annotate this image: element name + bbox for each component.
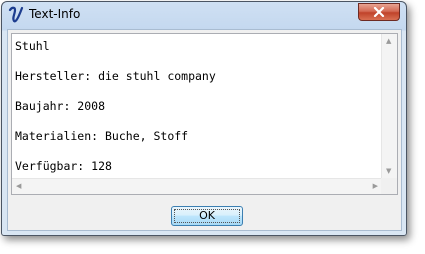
text-line-year: Baujahr: 2008 — [15, 99, 106, 113]
text-line-name: Stuhl — [15, 39, 50, 53]
scrollbar-corner — [381, 178, 397, 194]
text-content: Stuhl Hersteller: die stuhl company Bauj… — [15, 39, 216, 189]
window-title: Text-Info — [29, 7, 81, 21]
text-line-manufacturer: Hersteller: die stuhl company — [15, 69, 216, 83]
dialog-window: Text-Info Stuhl Hersteller: die stuhl co… — [1, 1, 407, 236]
close-icon — [373, 7, 385, 17]
info-text-area[interactable]: Stuhl Hersteller: die stuhl company Bauj… — [11, 33, 398, 195]
text-line-available: Verfügbar: 128 — [15, 159, 112, 173]
text-line-materials: Materialien: Buche, Stoff — [15, 129, 189, 143]
dialog-body: Stuhl Hersteller: die stuhl company Bauj… — [7, 29, 402, 231]
close-button[interactable] — [358, 3, 400, 21]
vertical-scrollbar[interactable]: ▲ ▼ — [381, 34, 397, 179]
scroll-down-icon[interactable]: ▼ — [386, 168, 391, 175]
horizontal-scrollbar[interactable]: ◀ ▶ — [12, 178, 382, 194]
app-icon — [8, 6, 24, 23]
scroll-right-icon[interactable]: ▶ — [373, 183, 378, 190]
title-bar[interactable]: Text-Info — [2, 2, 406, 29]
ok-button[interactable]: OK — [171, 206, 243, 226]
scroll-up-icon[interactable]: ▲ — [386, 38, 391, 45]
scroll-left-icon[interactable]: ◀ — [16, 183, 21, 190]
